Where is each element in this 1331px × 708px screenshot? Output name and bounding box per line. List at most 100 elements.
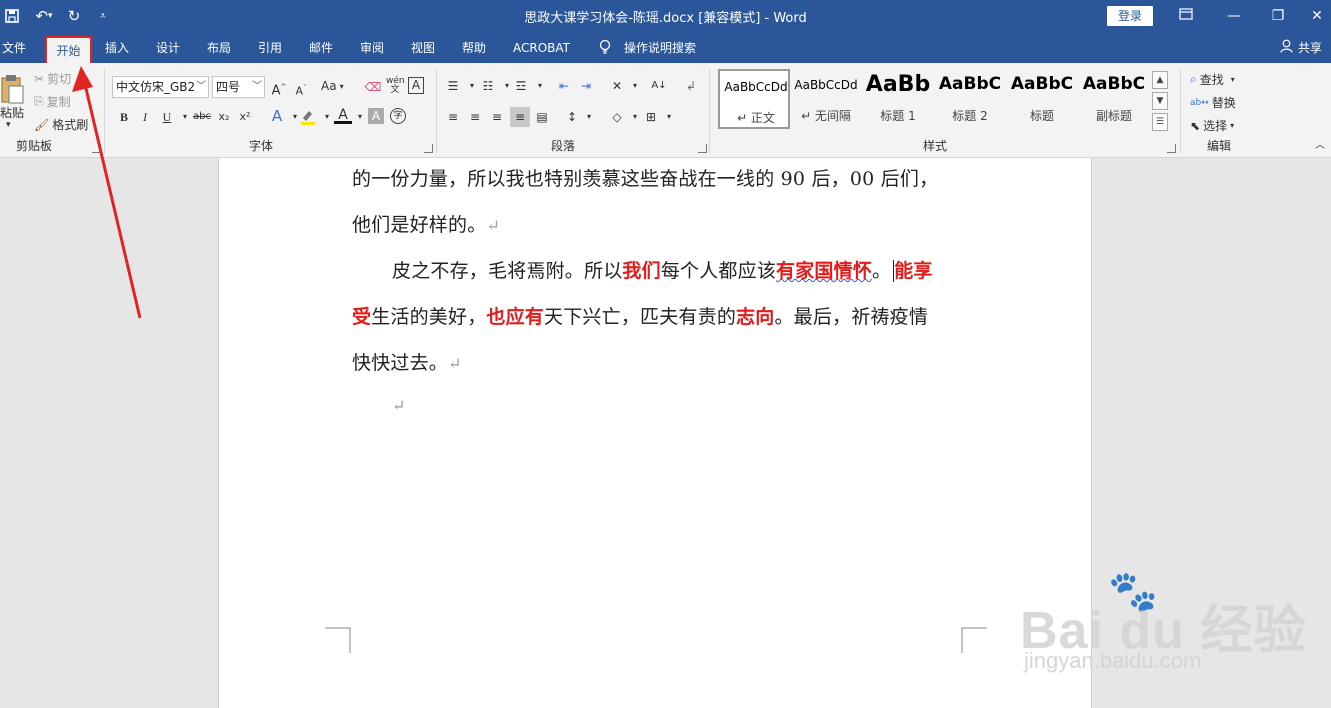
phonetic-guide-icon[interactable]: wén 文 [386,77,405,95]
customize-icon[interactable]: ⩡ [93,6,113,26]
style-heading-2[interactable]: AaBbC 标题 2 [934,69,1006,129]
change-case-button[interactable]: Aa ▾ [321,79,344,93]
style-heading-1[interactable]: AaBb 标题 1 [862,69,934,129]
paste-dropdown-icon[interactable]: ▾ [6,120,11,130]
person-icon[interactable] [1280,39,1293,57]
restore-icon[interactable]: ❐ [1266,5,1290,27]
paragraph-launcher-icon[interactable] [698,144,707,153]
find-button[interactable]: ⌕ 查找 ▾ [1190,71,1235,88]
cut-button[interactable]: ✂ 剪切 [34,70,71,87]
doc-highlight: 有家国情怀 [776,260,873,282]
underline-icon[interactable]: U [158,108,176,126]
style-title[interactable]: AaBbC 标题 [1006,69,1078,129]
increase-indent-icon[interactable]: ⇥ [577,77,595,95]
borders-dropdown-icon[interactable]: ▾ [660,108,678,126]
shading-icon[interactable]: ◇ [608,108,626,126]
char-shading-icon[interactable]: A [368,108,384,124]
scissors-icon: ✂ [34,71,45,86]
char-border-icon[interactable]: A [408,77,424,94]
align-left-icon[interactable]: ≡ [444,108,462,126]
style-no-spacing[interactable]: AaBbCcDd ↵ 无间隔 [790,69,862,129]
ribbon-display-icon[interactable] [1174,5,1198,27]
paste-icon[interactable] [0,71,26,107]
highlight-icon[interactable] [299,108,317,126]
text-effects-icon[interactable]: A [268,107,286,125]
tab-review[interactable]: 审阅 [360,39,384,57]
gallery-more-icon[interactable]: ☰ [1152,113,1168,131]
shrink-font-icon[interactable]: Aˇ [292,79,310,98]
share-button[interactable]: 共享 [1298,39,1322,57]
style-name: 标题 [1029,109,1054,123]
line-spacing-dropdown-icon[interactable]: ▾ [580,108,598,126]
show-marks-icon[interactable]: ↲ [682,77,700,95]
doc-line: 的一份力量，所以我也特别羡慕这些奋战在一线的 90 后，00 后们， [352,168,939,190]
styles-launcher-icon[interactable] [1167,144,1176,153]
line-spacing-icon[interactable]: ↕ [563,108,581,126]
tab-layout[interactable]: 布局 [207,39,231,57]
justify-icon[interactable]: ≡ [510,107,530,127]
minimize-icon[interactable]: — [1222,5,1246,27]
style-name: 标题 1 [880,109,916,123]
text-direction-icon[interactable]: ✕ [608,77,626,95]
distributed-icon[interactable]: ▤ [533,108,551,126]
font-size-select[interactable]: 四号 ﹀ [212,76,265,98]
style-preview: AaBbC [1082,74,1146,94]
strikethrough-icon[interactable]: abc [192,108,212,126]
subscript-icon[interactable]: x₂ [215,108,233,126]
font-color-icon[interactable]: A [334,106,352,124]
format-painter-button[interactable]: 🖌 格式刷 [34,116,88,133]
tab-view[interactable]: 视图 [411,39,435,57]
doc-line: 快快过去。↵ [352,348,462,375]
menu-bar: 文件 开始 插入 设计 布局 引用 邮件 审阅 视图 帮助 ACROBAT 操作… [0,33,1331,66]
save-icon[interactable] [2,6,22,26]
undo-icon[interactable]: ↶ ▾ [30,6,58,26]
font-color-dropdown-icon[interactable]: ▾ [351,108,369,126]
bold-icon[interactable]: B [115,108,133,126]
tab-mailings[interactable]: 邮件 [309,39,333,57]
multilevel-dropdown-icon[interactable]: ▾ [531,77,549,95]
replace-button[interactable]: ab↔ 替换 [1190,94,1236,111]
font-group-label: 字体 [249,139,274,153]
tab-home[interactable]: 开始 [45,36,92,66]
italic-icon[interactable]: I [136,108,154,126]
paste-button[interactable]: 粘贴 [0,104,24,121]
collapse-ribbon-icon[interactable]: ︿ [1311,137,1329,155]
lightbulb-icon [598,39,612,57]
tab-file[interactable]: 文件 [2,39,26,57]
change-case-label: Aa [321,79,337,93]
gallery-down-icon[interactable]: ▼ [1152,92,1168,110]
clipboard-launcher-icon[interactable] [92,144,101,153]
borders-icon[interactable]: ⊞ [642,108,660,126]
select-button[interactable]: ⬉ 选择 ▾ [1190,117,1234,134]
clear-formatting-icon[interactable]: ⌫ [364,78,382,96]
grow-font-icon[interactable]: A^ [270,78,288,98]
tab-insert[interactable]: 插入 [105,39,129,57]
align-right-icon[interactable]: ≡ [488,108,506,126]
gallery-up-icon[interactable]: ▲ [1152,71,1168,89]
text-direction-dropdown-icon[interactable]: ▾ [626,77,644,95]
login-button[interactable]: 登录 [1107,6,1153,26]
tab-references[interactable]: 引用 [258,39,282,57]
tab-help[interactable]: 帮助 [462,39,486,57]
doc-highlight: 我们 [622,260,661,282]
style-normal[interactable]: AaBbCcDd ↵ 正文 [718,69,790,129]
tab-design[interactable]: 设计 [156,39,180,57]
align-center-icon[interactable]: ≡ [466,108,484,126]
numbering-icon[interactable]: ☷ [479,77,497,95]
sort-icon[interactable]: A↓ [650,77,668,95]
group-divider [104,69,105,153]
tell-me-search[interactable]: 操作说明搜索 [624,39,696,57]
close-icon[interactable]: ✕ [1305,5,1329,27]
decrease-indent-icon[interactable]: ⇤ [555,77,573,95]
bullets-icon[interactable]: ☰ [444,77,462,95]
copy-button[interactable]: ⎘ 复制 [34,93,71,110]
enclose-char-icon[interactable]: 字 [390,108,406,124]
superscript-icon[interactable]: x² [236,108,254,126]
tab-acrobat[interactable]: ACROBAT [513,39,570,57]
font-name-select[interactable]: 中文仿宋_GB2 ﹀ [112,76,209,98]
font-launcher-icon[interactable] [424,144,433,153]
multilevel-list-icon[interactable]: ☲ [512,77,530,95]
document-page[interactable]: 的一份力量，所以我也特别羡慕这些奋战在一线的 90 后，00 后们， 他们是好样… [218,158,1092,708]
style-subtitle[interactable]: AaBbC 副标题 [1078,69,1150,129]
redo-icon[interactable]: ↻ [64,6,84,26]
